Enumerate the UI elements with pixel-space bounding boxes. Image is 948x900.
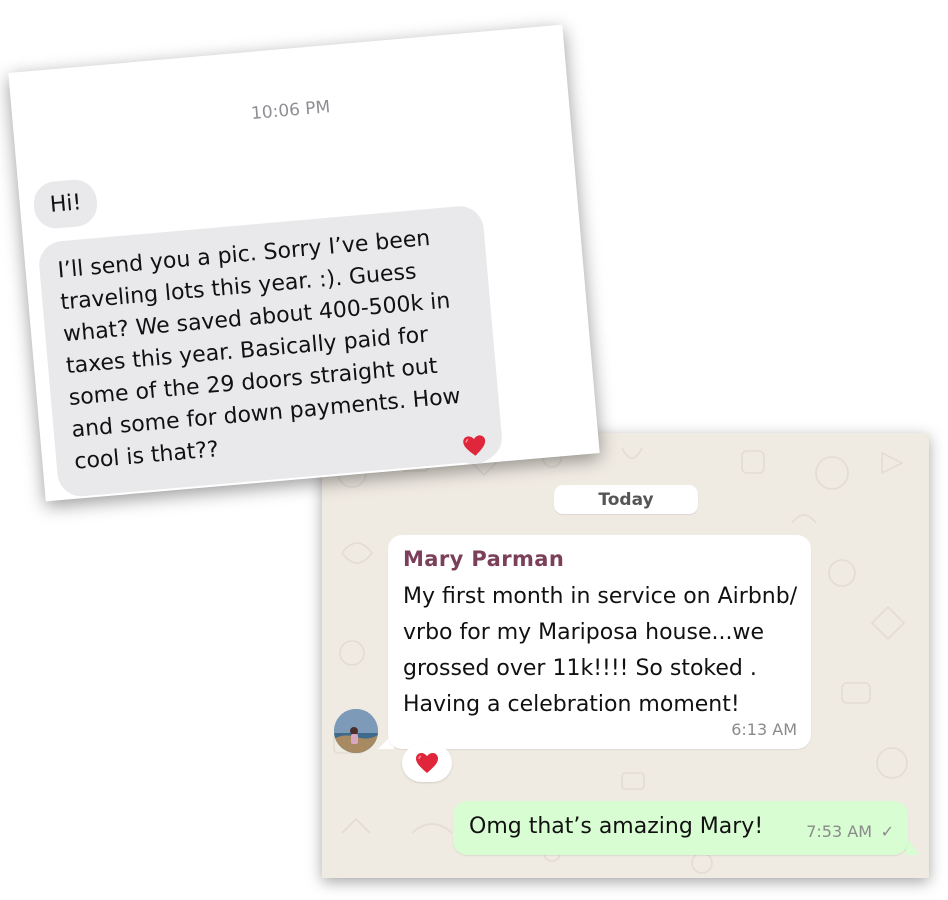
heart-icon: [463, 435, 486, 456]
message-reaction[interactable]: [402, 744, 452, 782]
date-chip: Today: [554, 485, 698, 514]
whatsapp-chat-card: Today Mary Parman My first month in serv…: [322, 433, 929, 878]
message-timestamp: 10:06 PM: [250, 97, 332, 125]
sender-name: Mary Parman: [403, 547, 565, 571]
outgoing-message-bubble[interactable]: Omg that’s amazing Mary! 7:53 AM ✓: [453, 801, 908, 855]
outgoing-message-text: Omg that’s amazing Mary!: [469, 814, 764, 839]
incoming-message-text: My first month in service on Airbnb/ vrb…: [403, 584, 798, 717]
outgoing-bubble-tail: [906, 837, 920, 855]
checkmark-icon: ✓: [880, 824, 894, 841]
incoming-message-time: 6:13 AM: [731, 720, 797, 739]
avatar-photo-icon: [334, 709, 378, 753]
incoming-message-bubble[interactable]: Mary Parman My first month in service on…: [388, 535, 811, 749]
message-bubble[interactable]: Hi!: [32, 177, 100, 231]
message-bubble[interactable]: I’ll send you a pic. Sorry I’ve been tra…: [37, 204, 504, 499]
avatar[interactable]: [334, 709, 378, 753]
outgoing-message-time: 7:53 AM: [806, 822, 872, 841]
imessage-chat-card: 10:06 PM Hi! I’ll send you a pic. Sorry …: [8, 24, 600, 502]
screenshot-collage: Today Mary Parman My first month in serv…: [0, 0, 948, 900]
heart-icon: [416, 753, 438, 773]
